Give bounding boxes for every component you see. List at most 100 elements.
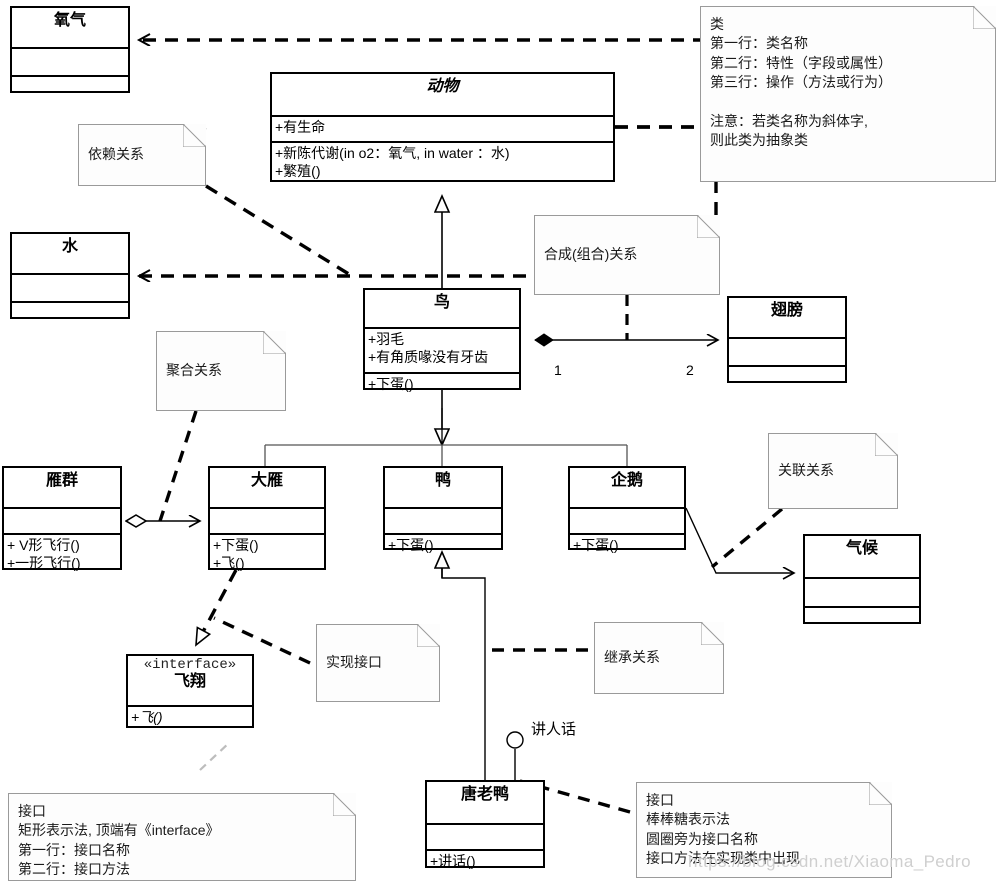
note-line: 注意：若类名称为斜体字,: [710, 112, 868, 129]
uml-class-climate[interactable]: 气候: [803, 534, 921, 624]
uml-class-water[interactable]: 水: [10, 232, 130, 319]
class-attribute-row: [808, 581, 916, 599]
note-inheritance: 继承关系: [594, 622, 724, 694]
uml-class-flock[interactable]: 雁群 + V形飞行() +一形飞行(): [2, 466, 122, 571]
note-line: 类: [710, 16, 724, 32]
class-operations: [12, 303, 128, 325]
note-line: 依赖关系: [88, 146, 144, 163]
uml-class-wing[interactable]: 翅膀: [727, 296, 847, 383]
class-operations: +下蛋() +飞(): [210, 535, 324, 574]
note-association: 关联关系: [768, 433, 898, 509]
note-fold-line-icon: [697, 215, 720, 238]
note-line: 关联关系: [778, 462, 834, 479]
uml-class-oxygen[interactable]: 氧气: [10, 6, 130, 93]
class-operation-row: [15, 305, 125, 323]
class-attribute-row: [430, 827, 540, 845]
class-name: 翅膀: [729, 298, 845, 339]
note-line: 棒棒糖表示法: [646, 811, 730, 828]
note-realize: 实现接口: [316, 624, 440, 702]
uml-class-donald[interactable]: 唐老鸭 +讲话(): [425, 780, 545, 869]
class-attributes: [12, 49, 128, 77]
class-name: 鸭: [385, 468, 501, 509]
generalization-donald-duck: [442, 552, 486, 780]
note-line: 接口: [18, 803, 46, 819]
uml-class-animal[interactable]: 动物 +有生命 +新陈代谢(in o2：氧气, in water ：水) +繁殖(): [270, 72, 615, 182]
note-line: 第二行：特性（字段或属性）: [710, 54, 892, 71]
class-operation-row: +下蛋(): [368, 376, 414, 392]
class-name: 水: [12, 234, 128, 275]
note-aggregation: 聚合关系: [156, 331, 286, 411]
class-name: 唐老鸭: [427, 782, 543, 825]
class-attribute-row: [732, 341, 842, 359]
lollipop-speak-human-connector: [506, 731, 524, 780]
uml-interface-fly[interactable]: «interface» 飞翔 +飞(): [126, 654, 254, 728]
class-attributes: [427, 825, 543, 851]
note-leader-aggregation: [158, 410, 198, 522]
class-operation-row: +一形飞行(): [7, 554, 81, 571]
class-operations: [805, 608, 919, 630]
note-line: 合成(组合)关系: [544, 246, 638, 263]
note-fold-line-icon: [973, 6, 996, 29]
uml-class-bird[interactable]: 鸟 +羽毛 +有角质喙没有牙齿 +下蛋(): [363, 288, 521, 392]
class-attribute-row: [573, 511, 681, 529]
generalization-subbirds-bird: [264, 390, 628, 466]
class-attribute-row: [7, 511, 117, 529]
class-attribute-row: [388, 511, 498, 529]
class-attribute-row: +有角质喙没有牙齿: [368, 348, 489, 365]
note-line: 实现接口: [326, 654, 382, 671]
class-attribute-row: [213, 511, 321, 529]
class-name: 企鹅: [570, 468, 684, 509]
note-line: 第二行：接口方法: [18, 860, 130, 877]
class-name: 气候: [805, 536, 919, 579]
class-name: 动物: [272, 74, 613, 117]
class-operation-row: + V形飞行(): [7, 537, 80, 553]
class-name: 氧气: [12, 8, 128, 49]
uml-class-penguin[interactable]: 企鹅 +下蛋(): [568, 466, 686, 553]
note-line: [710, 92, 986, 111]
uml-class-duck[interactable]: 鸭 +下蛋(): [383, 466, 503, 553]
interface-stereotype: «interface»: [143, 657, 237, 673]
class-attributes: [805, 579, 919, 608]
class-attribute-row: [15, 277, 125, 295]
class-operation-row: [732, 369, 842, 387]
note-fold-line-icon: [183, 124, 206, 147]
note-fold-line-icon: [869, 782, 892, 805]
note-line: 第一行：接口名称: [18, 841, 130, 858]
interface-operations: +飞(): [128, 707, 252, 729]
note-fold-line-icon: [417, 624, 440, 647]
interface-name: 飞翔: [173, 673, 206, 691]
realization-wildgoose-fly: [194, 569, 238, 645]
note-interface-rect: 接口 矩形表示法, 顶端有《interface》 第一行：接口名称 第二行：接口方法: [8, 793, 356, 881]
note-fold-line-icon: [263, 331, 286, 354]
class-operations: +下蛋(): [570, 535, 684, 557]
class-name: 鸟: [365, 290, 519, 329]
note-line: 第一行：类名称: [710, 35, 808, 52]
note-dependency: 依赖关系: [78, 124, 206, 186]
class-attributes: [570, 509, 684, 535]
class-operation-row: +新陈代谢(in o2：氧气, in water ：水): [275, 145, 510, 161]
class-operations: + V形飞行() +一形飞行(): [4, 535, 120, 574]
note-line: 第三行：操作（方法或行为）: [710, 73, 892, 90]
class-operation-row: [808, 610, 916, 628]
mult-bird-side: 1: [554, 362, 562, 378]
class-attribute-row: +有生命: [275, 119, 326, 135]
class-attributes: +有生命: [272, 117, 613, 143]
note-line: 聚合关系: [166, 362, 222, 379]
class-operations: +新陈代谢(in o2：氧气, in water ：水) +繁殖(): [272, 143, 613, 182]
association-penguin-climate: [685, 507, 794, 573]
class-operation-row: +下蛋(): [388, 537, 434, 553]
class-attribute-row: +羽毛: [368, 331, 405, 347]
note-line: 接口: [646, 792, 674, 808]
class-operation-row: +讲话(): [430, 853, 476, 869]
class-attributes: [210, 509, 324, 535]
mult-wing-side: 2: [686, 362, 694, 378]
uml-class-diagram: 氧气 动物 +有生命 +新陈代谢(in o2：氧气, in water ：水) +繁殖…: [0, 0, 1000, 884]
interface-operation-row: +飞(): [131, 709, 163, 725]
class-attributes: [385, 509, 501, 535]
uml-class-wildgoose[interactable]: 大雁 +下蛋() +飞(): [208, 466, 326, 571]
note-class-legend: 类第一行：类名称第二行：特性（字段或属性） 第三行：操作（方法或行为） 注意：若类…: [700, 6, 996, 182]
class-operation-row: +下蛋(): [573, 537, 619, 553]
note-fold-line-icon: [875, 433, 898, 456]
note-line: 圆圈旁为接口名称: [646, 830, 758, 847]
watermark: https://blog.csdn.net/Xiaoma_Pedro: [688, 852, 971, 871]
